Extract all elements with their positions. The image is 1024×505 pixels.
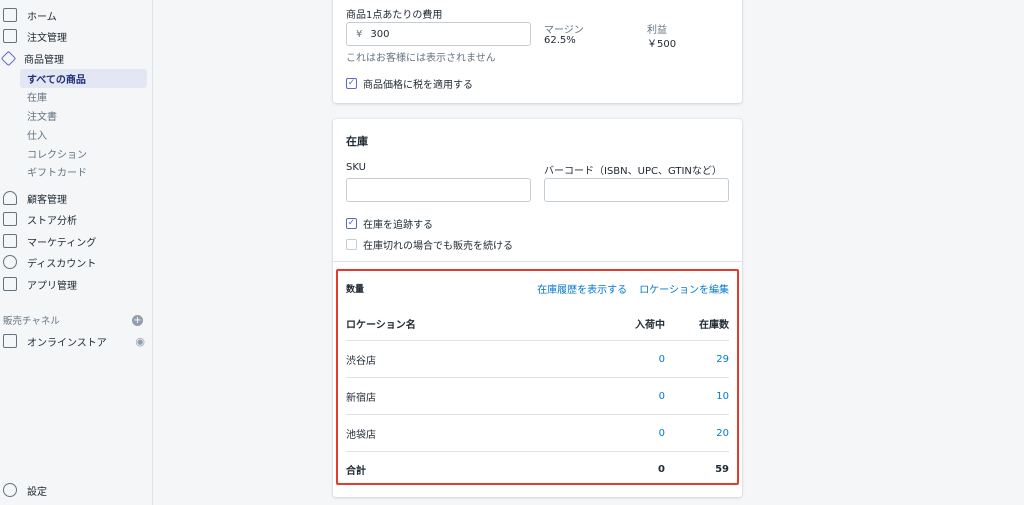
- nav-label: マーケティング: [27, 237, 97, 249]
- sub-all-products[interactable]: すべての商品: [20, 69, 147, 88]
- checkbox-box: [346, 239, 357, 250]
- cost-value: 300: [370, 28, 390, 40]
- available-link[interactable]: 10: [665, 391, 729, 402]
- divider: [346, 451, 729, 452]
- nav-products[interactable]: 商品管理: [0, 48, 153, 68]
- tax-checkbox[interactable]: ✓ 商品価格に税を適用する: [346, 76, 473, 91]
- person-icon: [3, 191, 17, 205]
- divider: [346, 340, 729, 341]
- nav-customers[interactable]: 顧客管理: [0, 188, 153, 208]
- margin-label: マージン: [544, 25, 584, 36]
- cost-label: 商品1点あたりの費用: [346, 10, 443, 21]
- location-name: 新宿店: [346, 393, 376, 404]
- sidebar: ホーム 注文管理 商品管理 すべての商品 在庫 注文書 仕入 コレクション ギフ…: [0, 0, 153, 505]
- total-label: 合計: [346, 466, 366, 477]
- edit-locations-link[interactable]: ロケーションを編集: [639, 281, 729, 296]
- nav-label: ディスカウント: [27, 258, 97, 270]
- nav-label: 商品管理: [24, 54, 64, 66]
- location-name: 渋谷店: [346, 356, 376, 367]
- location-name: 池袋店: [346, 430, 376, 441]
- nav-label: アプリ管理: [27, 280, 77, 292]
- tag-icon: [0, 50, 17, 66]
- discount-icon: [3, 255, 17, 269]
- eye-icon[interactable]: ◉: [135, 335, 145, 348]
- currency-prefix: ¥: [356, 28, 363, 40]
- margin-value: 62.5%: [544, 35, 576, 46]
- sub-gift-cards[interactable]: ギフトカード: [20, 162, 147, 181]
- continue-label: 在庫切れの場合でも販売を続ける: [363, 241, 513, 252]
- nav-label: オンラインストア: [27, 337, 107, 349]
- megaphone-icon: [3, 234, 17, 248]
- divider: [346, 377, 729, 378]
- cost-help: これはお客様には表示されません: [346, 53, 496, 64]
- quantity-title: 数量: [346, 285, 365, 295]
- check-icon: ✓: [346, 218, 357, 229]
- total-available: 59: [715, 464, 729, 475]
- bar-chart-icon: [3, 212, 17, 226]
- sku-label: SKU: [346, 162, 366, 173]
- apps-icon: [3, 277, 17, 291]
- total-incoming: 0: [658, 464, 665, 475]
- column-header: 入荷中: [635, 320, 665, 331]
- nav-apps[interactable]: アプリ管理: [0, 274, 153, 294]
- nav-settings[interactable]: 設定: [0, 480, 153, 500]
- nav-home[interactable]: ホーム: [0, 5, 153, 25]
- table-header: ロケーション名 入荷中 在庫数: [346, 316, 729, 331]
- available-link[interactable]: 29: [665, 354, 729, 365]
- sales-channels-label: 販売チャネル: [3, 316, 60, 327]
- nav-label: 顧客管理: [27, 194, 67, 206]
- nav-analytics[interactable]: ストア分析: [0, 209, 153, 229]
- tax-label: 商品価格に税を適用する: [363, 80, 473, 91]
- track-label: 在庫を追跡する: [363, 220, 433, 231]
- profit-value: ￥500: [647, 39, 677, 50]
- incoming-link[interactable]: 0: [605, 354, 665, 365]
- incoming-link[interactable]: 0: [605, 391, 665, 402]
- nav-orders[interactable]: 注文管理: [0, 26, 153, 46]
- store-icon: [3, 334, 17, 348]
- track-inventory-checkbox[interactable]: ✓ 在庫を追跡する: [346, 216, 433, 231]
- nav-discounts[interactable]: ディスカウント: [0, 252, 153, 272]
- continue-selling-checkbox[interactable]: 在庫切れの場合でも販売を続ける: [346, 237, 513, 252]
- sales-channels-header: 販売チャネル +: [3, 313, 143, 327]
- sku-input[interactable]: [346, 178, 531, 202]
- total-row: 合計 0 59: [346, 462, 729, 477]
- table-row: 池袋店 0 20: [346, 426, 729, 441]
- sub-collections[interactable]: コレクション: [20, 144, 147, 163]
- profit-label: 利益: [647, 25, 667, 36]
- barcode-label: バーコード（ISBN、UPC、GTINなど）: [544, 166, 722, 177]
- column-header: ロケーション名: [346, 320, 416, 331]
- barcode-input[interactable]: [544, 178, 729, 202]
- divider: [333, 261, 742, 262]
- sub-inventory[interactable]: 在庫: [20, 87, 147, 106]
- home-icon: [3, 8, 17, 22]
- sub-transfers[interactable]: 仕入: [20, 125, 147, 144]
- column-header: 在庫数: [699, 320, 729, 331]
- check-icon: ✓: [346, 78, 357, 89]
- cost-input[interactable]: ¥300: [346, 22, 531, 46]
- available-link[interactable]: 20: [665, 428, 729, 439]
- quantity-header: 数量 在庫履歴を表示する ロケーションを編集: [346, 281, 729, 296]
- inbox-icon: [3, 29, 17, 43]
- inventory-title: 在庫: [346, 135, 368, 148]
- nav-label: ホーム: [27, 11, 57, 23]
- nav-marketing[interactable]: マーケティング: [0, 231, 153, 251]
- nav-online-store[interactable]: オンラインストア ◉: [0, 331, 145, 351]
- table-row: 新宿店 0 10: [346, 389, 729, 404]
- sub-purchase-orders[interactable]: 注文書: [20, 106, 147, 125]
- view-history-link[interactable]: 在庫履歴を表示する: [537, 281, 627, 296]
- table-row: 渋谷店 0 29: [346, 352, 729, 367]
- add-channel-icon[interactable]: +: [132, 314, 143, 326]
- nav-label: 設定: [27, 486, 47, 498]
- nav-label: ストア分析: [27, 215, 77, 227]
- divider: [346, 414, 729, 415]
- incoming-link[interactable]: 0: [605, 428, 665, 439]
- nav-label: 注文管理: [27, 32, 67, 44]
- gear-icon: [3, 483, 17, 497]
